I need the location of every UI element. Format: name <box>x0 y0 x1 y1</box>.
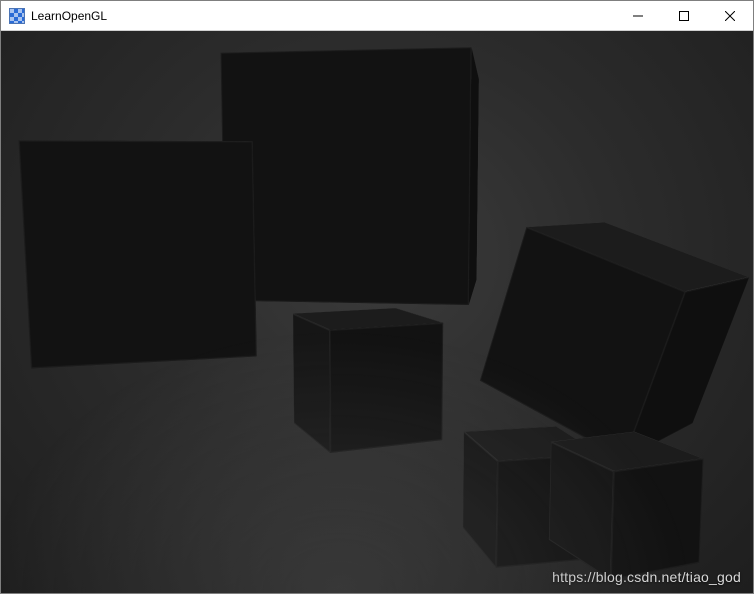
close-button[interactable] <box>707 1 753 31</box>
app-window: LearnOpenGL <box>0 0 754 594</box>
window-title: LearnOpenGL <box>31 9 107 23</box>
client-area: https://blog.csdn.net/tiao_god <box>1 31 753 593</box>
maximize-icon <box>679 11 689 21</box>
minimize-icon <box>633 11 643 21</box>
close-icon <box>725 11 735 21</box>
opengl-viewport[interactable]: https://blog.csdn.net/tiao_god <box>1 31 753 593</box>
minimize-button[interactable] <box>615 1 661 31</box>
maximize-button[interactable] <box>661 1 707 31</box>
title-bar[interactable]: LearnOpenGL <box>1 1 753 31</box>
app-icon <box>9 8 25 24</box>
